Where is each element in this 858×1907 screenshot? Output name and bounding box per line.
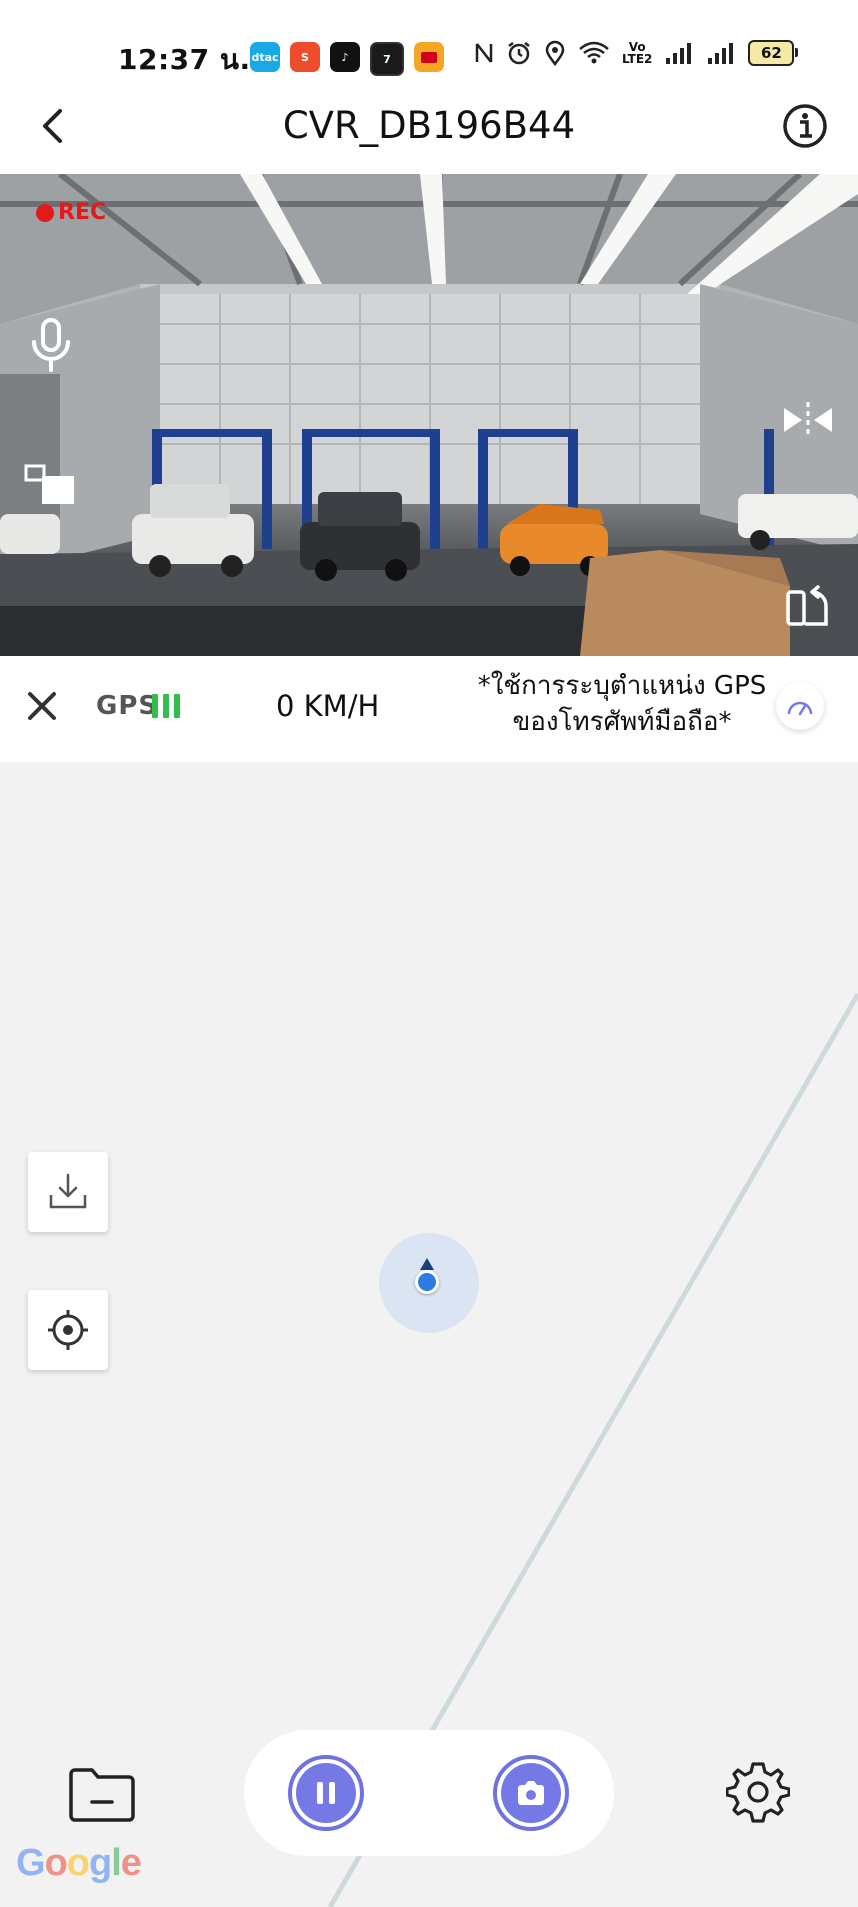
info-icon[interactable] bbox=[780, 101, 830, 151]
signal-strength-icon-2 bbox=[708, 43, 734, 64]
seven-eleven-app-icon: 7 bbox=[370, 42, 404, 76]
snapshot-toggle-icon[interactable] bbox=[22, 462, 78, 506]
fullscreen-rotate-icon[interactable] bbox=[784, 584, 834, 630]
notification-icons: dtac S ♪ 7 bbox=[250, 42, 444, 76]
speedometer-button[interactable] bbox=[776, 682, 824, 730]
gps-bar bbox=[174, 694, 180, 718]
wifi-icon bbox=[579, 41, 609, 64]
gps-label: GPS bbox=[96, 691, 159, 721]
rec-dot-icon bbox=[36, 203, 54, 222]
photo-button-face bbox=[501, 1763, 561, 1823]
live-camera-feed[interactable]: REC bbox=[0, 174, 858, 656]
gps-signal-bars bbox=[152, 694, 180, 718]
status-time: 12:37 น. bbox=[118, 43, 251, 76]
speedometer-icon bbox=[787, 701, 813, 716]
microphone-icon[interactable] bbox=[28, 316, 74, 376]
gps-source-note: *ใช้การระบุตำแหน่ง GPS ของโทรศัพท์มือถือ… bbox=[477, 671, 767, 737]
gps-status-bar: GPS 0 KM/H *ใช้การระบุตำแหน่ง GPS ของโทร… bbox=[0, 656, 858, 762]
my-location-button[interactable] bbox=[28, 1290, 108, 1370]
gps-bar bbox=[163, 694, 169, 718]
download-icon bbox=[49, 1173, 87, 1209]
tiktok-app-icon: ♪ bbox=[330, 42, 360, 72]
download-map-button[interactable] bbox=[28, 1152, 108, 1232]
speed-readout: 0 KM/H bbox=[276, 689, 380, 723]
dtac-app-icon: dtac bbox=[250, 42, 280, 72]
settings-gear-icon[interactable] bbox=[726, 1760, 790, 1824]
shopee-app-icon: S bbox=[290, 42, 320, 72]
recording-indicator: REC bbox=[36, 200, 106, 225]
system-status-icons: Vo LTE2 62 bbox=[474, 40, 799, 66]
pause-button-face bbox=[296, 1763, 356, 1823]
pause-recording-button[interactable] bbox=[288, 1755, 364, 1831]
signal-strength-icon bbox=[666, 43, 692, 64]
nfc-icon bbox=[475, 43, 493, 63]
lineman-app-icon bbox=[414, 42, 444, 72]
garage-scene-image bbox=[0, 174, 858, 656]
app-header: CVR_DB196B44 bbox=[0, 90, 858, 174]
close-icon[interactable] bbox=[22, 686, 62, 726]
location-icon bbox=[545, 40, 565, 66]
take-photo-button[interactable] bbox=[493, 1755, 569, 1831]
current-location-marker bbox=[415, 1270, 439, 1294]
rec-label: REC bbox=[58, 200, 107, 225]
battery-indicator: 62 bbox=[748, 40, 799, 66]
folder-icon[interactable] bbox=[66, 1764, 138, 1824]
heading-arrow-icon bbox=[420, 1258, 434, 1270]
mirror-flip-icon[interactable] bbox=[780, 400, 836, 440]
crosshair-icon bbox=[48, 1310, 88, 1350]
camera-icon bbox=[518, 1781, 544, 1805]
alarm-icon bbox=[508, 42, 530, 65]
pause-icon bbox=[317, 1782, 335, 1804]
gps-bar bbox=[152, 694, 158, 718]
page-title: CVR_DB196B44 bbox=[282, 104, 576, 147]
volte-indicator: Vo LTE2 bbox=[622, 40, 653, 66]
google-logo: Google bbox=[16, 1842, 142, 1884]
